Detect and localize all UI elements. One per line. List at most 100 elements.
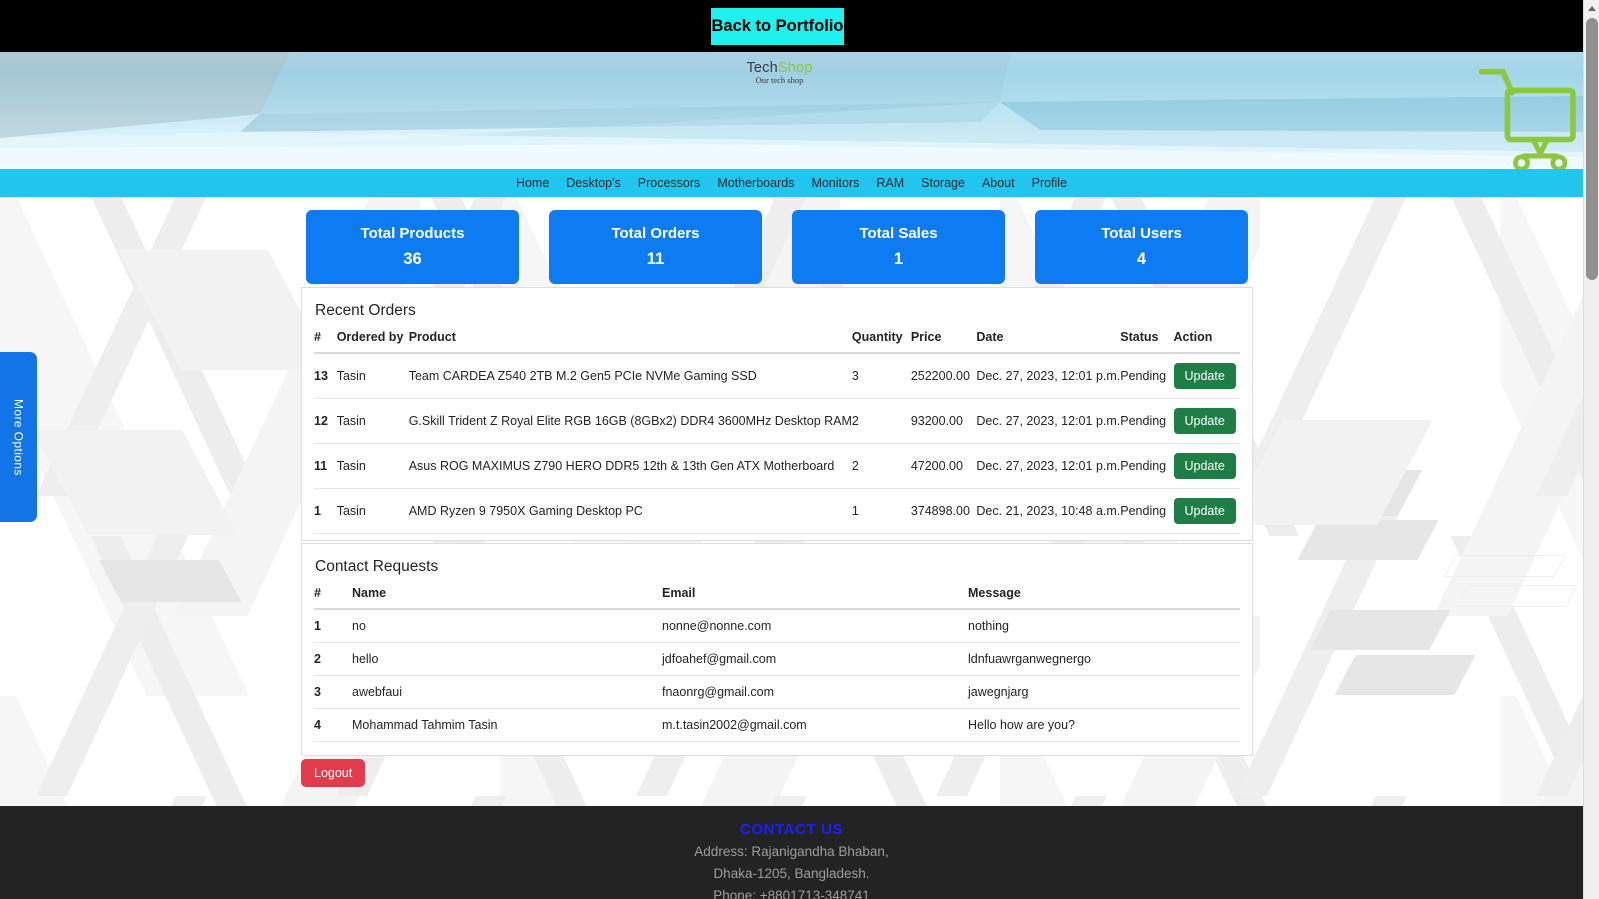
cell-ordered-by: Tasin — [336, 353, 409, 399]
stat-label: Total Sales — [859, 225, 938, 242]
cell-ordered-by: Tasin — [336, 398, 409, 444]
scrollbar-thumb[interactable] — [1586, 18, 1598, 280]
nav-item-ram[interactable]: RAM — [876, 169, 904, 197]
more-options-label: More Options — [11, 398, 26, 476]
main-navigation: Home Desktop's Processors Motherboards M… — [0, 169, 1583, 197]
recent-orders-title: Recent Orders — [315, 302, 416, 319]
col-header-index: # — [314, 586, 352, 610]
cell-product: AMD Ryzen 9 7950X Gaming Desktop PC — [408, 488, 852, 534]
cell-index: 11 — [314, 443, 337, 489]
col-header-status: Status — [1120, 330, 1174, 354]
cell-index: 13 — [314, 353, 337, 399]
stat-label: Total Orders — [611, 225, 700, 242]
cell-message: jawegnjarg — [968, 675, 1240, 709]
recent-orders-head: # Ordered by Product Quantity Price Date… — [314, 330, 1240, 354]
contact-requests-head: # Name Email Message — [314, 586, 1240, 610]
cell-status: Pending — [1120, 398, 1174, 444]
cell-quantity: 3 — [851, 353, 911, 399]
nav-item-processors[interactable]: Processors — [638, 169, 701, 197]
cell-message: nothing — [968, 609, 1240, 643]
stat-card-total-users[interactable]: Total Users 4 — [1035, 210, 1248, 284]
nav-item-storage[interactable]: Storage — [921, 169, 965, 197]
shopping-cart-monitor-icon — [1478, 68, 1576, 169]
stat-label: Total Users — [1101, 225, 1182, 242]
table-header-row: # Ordered by Product Quantity Price Date… — [314, 330, 1240, 354]
site-banner: TechShop Our tech shop — [0, 52, 1583, 169]
stat-value: 36 — [403, 250, 422, 268]
scroll-up-arrow-icon[interactable] — [1584, 0, 1599, 16]
stat-label: Total Products — [360, 225, 465, 242]
cell-name: no — [352, 609, 662, 643]
table-header-row: # Name Email Message — [314, 586, 1240, 610]
cell-email: nonne@nonne.com — [662, 609, 968, 643]
cell-status: Pending — [1120, 443, 1174, 489]
cell-price: 93200.00 — [910, 398, 977, 444]
nav-item-monitors[interactable]: Monitors — [811, 169, 859, 197]
cell-index: 2 — [314, 642, 352, 676]
logout-button[interactable]: Logout — [301, 759, 366, 787]
stat-card-total-sales[interactable]: Total Sales 1 — [792, 210, 1005, 284]
col-header-price: Price — [910, 330, 977, 354]
cell-message: Hello how are you? — [968, 708, 1240, 742]
update-button[interactable]: Update — [1173, 498, 1236, 524]
cell-message: ldnfuawrganwegnergo — [968, 642, 1240, 676]
cell-quantity: 2 — [851, 443, 911, 489]
nav-item-desktops[interactable]: Desktop's — [566, 169, 621, 197]
more-options-tab[interactable]: More Options — [0, 352, 37, 522]
site-footer: CONTACT US Address: Rajanigandha Bhaban,… — [0, 806, 1583, 899]
col-header-name: Name — [352, 586, 662, 610]
cell-status: Pending — [1120, 488, 1174, 534]
recent-orders-panel: Recent Orders # Ordered by Product Quant… — [301, 287, 1253, 541]
table-row: 1 Tasin AMD Ryzen 9 7950X Gaming Desktop… — [314, 488, 1240, 534]
cell-action: Update — [1173, 443, 1240, 489]
col-header-quantity: Quantity — [851, 330, 911, 354]
col-header-message: Message — [968, 586, 1240, 610]
cell-date: Dec. 27, 2023, 12:01 p.m. — [976, 398, 1121, 444]
background-shape — [1456, 585, 1578, 607]
cell-action: Update — [1173, 398, 1240, 444]
update-button[interactable]: Update — [1173, 453, 1236, 479]
cell-ordered-by: Tasin — [336, 443, 409, 489]
cell-ordered-by: Tasin — [336, 488, 409, 534]
cell-product: Team CARDEA Z540 2TB M.2 Gen5 PCIe NVMe … — [408, 353, 852, 399]
cell-product: Asus ROG MAXIMUS Z790 HERO DDR5 12th & 1… — [408, 443, 852, 489]
col-header-index: # — [314, 330, 337, 354]
cell-status: Pending — [1120, 353, 1174, 399]
cell-price: 47200.00 — [910, 443, 977, 489]
nav-item-motherboards[interactable]: Motherboards — [717, 169, 794, 197]
background-shape — [1444, 555, 1566, 577]
footer-address-line-1: Address: Rajanigandha Bhaban, — [694, 844, 889, 859]
col-header-product: Product — [408, 330, 852, 354]
table-row: 12 Tasin G.Skill Trident Z Royal Elite R… — [314, 398, 1240, 444]
contact-requests-table-wrap: # Name Email Message 1 no nonne@nonne.co… — [302, 586, 1252, 742]
cell-action: Update — [1173, 353, 1240, 399]
site-logo[interactable]: TechShop Our tech shop — [737, 60, 1576, 169]
table-row: 1 no nonne@nonne.com nothing — [314, 609, 1240, 643]
col-header-action: Action — [1173, 330, 1240, 354]
cell-date: Dec. 27, 2023, 12:01 p.m. — [976, 353, 1121, 399]
contact-requests-body: 1 no nonne@nonne.com nothing 2 hello jdf… — [314, 609, 1240, 742]
cell-quantity: 2 — [851, 398, 911, 444]
cell-name: Mohammad Tahmim Tasin — [352, 708, 662, 742]
cell-date: Dec. 27, 2023, 12:01 p.m. — [976, 443, 1121, 489]
stat-value: 11 — [646, 250, 665, 268]
nav-item-profile[interactable]: Profile — [1032, 169, 1067, 197]
page-scrollbar[interactable] — [1583, 0, 1599, 899]
recent-orders-table: # Ordered by Product Quantity Price Date… — [314, 330, 1240, 534]
contact-requests-table: # Name Email Message 1 no nonne@nonne.co… — [314, 586, 1240, 742]
cell-name: awebfaui — [352, 675, 662, 709]
cell-product: G.Skill Trident Z Royal Elite RGB 16GB (… — [408, 398, 852, 444]
stat-card-total-products[interactable]: Total Products 36 — [306, 210, 519, 284]
table-row: 4 Mohammad Tahmim Tasin m.t.tasin2002@gm… — [314, 708, 1240, 742]
update-button[interactable]: Update — [1173, 408, 1236, 434]
cell-quantity: 1 — [851, 488, 911, 534]
nav-item-home[interactable]: Home — [516, 169, 549, 197]
update-button[interactable]: Update — [1173, 363, 1236, 389]
nav-item-about[interactable]: About — [982, 169, 1015, 197]
stat-card-total-orders[interactable]: Total Orders 11 — [549, 210, 762, 284]
cell-price: 252200.00 — [910, 353, 977, 399]
back-to-portfolio-button[interactable]: Back to Portfolio — [711, 8, 844, 45]
background-shape — [98, 560, 242, 602]
table-row: 13 Tasin Team CARDEA Z540 2TB M.2 Gen5 P… — [314, 353, 1240, 399]
footer-address-line-2: Dhaka-1205, Bangladesh. — [713, 866, 870, 881]
